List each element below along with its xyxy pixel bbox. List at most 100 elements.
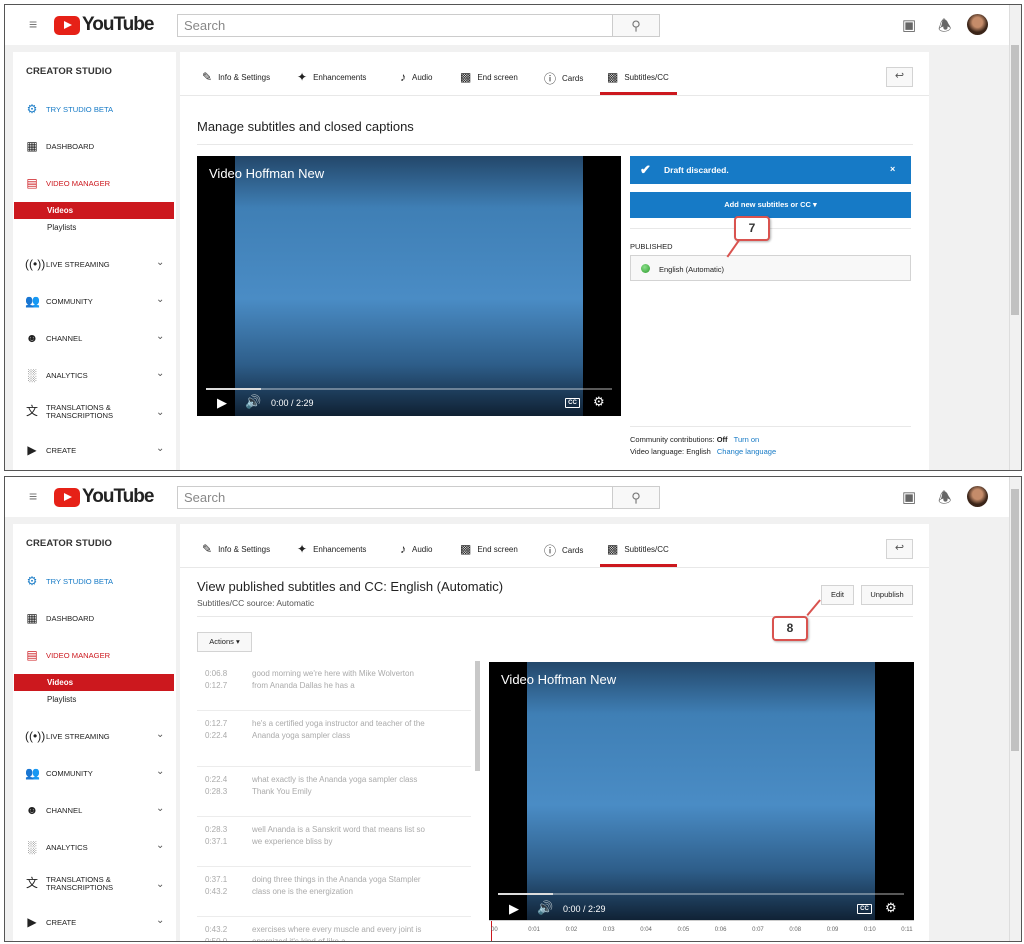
video-player[interactable]: Video Hoffman New ▶ 🔊 0:00 / 2:29 CC ⚙ (197, 156, 621, 416)
timeline-tick-label: 0:07 (752, 927, 764, 933)
sidebar-item-analytics[interactable]: ░ ANALYTICS ⌄ (13, 837, 176, 857)
timeline-tick-label: 0:09 (826, 927, 839, 933)
caption-list[interactable]: 0:06.8 0:12.7 good morning we're here with… (197, 661, 479, 941)
sidebar-item-try-beta[interactable]: ⚙ TRY STUDIO BETA (13, 571, 176, 591)
bell-icon[interactable]: 🕭 (938, 16, 951, 41)
sidebar-item-videos[interactable]: Videos (14, 674, 174, 691)
add-subtitles-button[interactable]: Add new subtitles or CC ▾ (630, 192, 911, 218)
sidebar-item-videos[interactable]: Videos (14, 202, 174, 219)
back-button[interactable]: ↩ (886, 539, 913, 559)
sidebar-item-playlists[interactable]: Playlists (14, 691, 174, 708)
sidebar-item-try-beta[interactable]: ⚙ TRY STUDIO BETA (13, 99, 176, 119)
sidebar-item-create[interactable]: ▶ CREATE ⌄ (13, 912, 176, 932)
volume-icon[interactable]: 🔊 (245, 394, 261, 410)
sidebar-item-channel[interactable]: ☻ CHANNEL ⌄ (13, 800, 176, 820)
tab-cards[interactable]: ⓘ Cards (544, 542, 583, 559)
upload-video-icon[interactable]: ▣ (902, 488, 916, 506)
edit-button[interactable]: Edit (821, 585, 854, 605)
page-scrollbar[interactable] (1009, 477, 1021, 941)
avatar[interactable] (967, 14, 988, 35)
tab-enhancements[interactable]: ✦ Enhancements (297, 542, 366, 556)
caption-row[interactable]: 0:12.7 0:22.4 he's a certified yoga instru… (197, 711, 471, 767)
page-scrollbar[interactable] (1009, 5, 1021, 470)
caption-timeline[interactable]: 00 0:01 0:02 0:03 0:04 0:05 0:06 0:07 0:08 0:09 0:… (489, 920, 914, 941)
tab-enhancements[interactable]: ✦ Enhancements (297, 70, 366, 84)
video-camera-icon: ▶ (27, 443, 37, 457)
tab-cards[interactable]: ⓘ Cards (544, 70, 583, 87)
unpublish-button[interactable]: Unpublish (861, 585, 913, 605)
published-language-row[interactable]: English (Automatic) (630, 255, 911, 281)
search-input[interactable]: Search (177, 486, 613, 509)
sidebar-item-video-manager[interactable]: ▤ VIDEO MANAGER (13, 173, 176, 193)
scroll-thumb[interactable] (1011, 489, 1019, 751)
turn-on-link[interactable]: Turn on (734, 435, 760, 444)
tab-subtitles[interactable]: ▩ Subtitles/CC (607, 542, 669, 556)
avatar[interactable] (967, 486, 988, 507)
sidebar-item-analytics[interactable]: ░ ANALYTICS ⌄ (13, 365, 176, 385)
play-icon[interactable]: ▶ (509, 901, 519, 917)
video-player[interactable]: Video Hoffman New ▶ 🔊 0:00 / 2:29 CC ⚙ (489, 662, 914, 922)
sidebar-item-playlists[interactable]: Playlists (14, 219, 174, 236)
video-title: Video Hoffman New (501, 672, 617, 687)
caption-row[interactable]: 0:37.1 0:43.2 doing three things in the An… (197, 867, 471, 917)
hamburger-menu-icon[interactable]: ≡ (29, 489, 43, 503)
published-label: PUBLISHED (630, 242, 673, 251)
search-button[interactable]: ⚲ (612, 486, 660, 509)
analytics-icon: ░ (27, 840, 37, 854)
tab-info-settings[interactable]: ✎ Info & Settings (202, 542, 270, 556)
chevron-down-icon: ⌄ (156, 368, 165, 379)
change-language-link[interactable]: Change language (717, 447, 776, 456)
youtube-logo[interactable]: YouTube (54, 14, 154, 36)
actions-dropdown[interactable]: Actions ▾ (197, 632, 252, 652)
sidebar-item-translations[interactable]: 文 TRANSLATIONS & TRANSCRIPTIONS ⌄ (13, 873, 176, 897)
close-icon[interactable]: × (890, 164, 895, 174)
sidebar-item-live-streaming[interactable]: ((•)) LIVE STREAMING ⌄ (13, 726, 176, 746)
sidebar-item-channel[interactable]: ☻ CHANNEL ⌄ (13, 328, 176, 348)
youtube-logo[interactable]: YouTube (54, 486, 154, 508)
sidebar-item-create[interactable]: ▶ CREATE ⌄ (13, 440, 176, 460)
sidebar-item-community[interactable]: 👥 COMMUNITY ⌄ (13, 763, 176, 783)
video-progress-bar[interactable] (498, 893, 904, 895)
caption-row[interactable]: 0:43.2 0:50.0 exercises where every muscle… (197, 917, 471, 941)
settings-gear-icon[interactable]: ⚙ (593, 394, 605, 410)
tab-audio[interactable]: ♪ Audio (400, 542, 432, 556)
caption-row[interactable]: 0:06.8 0:12.7 good morning we're here with… (197, 661, 471, 711)
sidebar-item-video-manager[interactable]: ▤ VIDEO MANAGER (13, 645, 176, 665)
caption-times: 0:28.3 0:37.1 (205, 824, 245, 848)
caption-list-scrollbar[interactable] (475, 661, 480, 771)
volume-icon[interactable]: 🔊 (537, 900, 553, 916)
sidebar-item-translations[interactable]: 文 TRANSLATIONS & TRANSCRIPTIONS ⌄ (13, 401, 176, 425)
caption-row[interactable]: 0:28.3 0:37.1 well Ananda is a Sanskrit wo… (197, 817, 471, 867)
search-input[interactable]: Search (177, 14, 613, 37)
tab-subtitles[interactable]: ▩ Subtitles/CC (607, 70, 669, 84)
logo-text: YouTube (82, 14, 154, 35)
timeline-tick-label: 0:11 (901, 927, 913, 933)
back-arrow-icon: ↩ (894, 70, 905, 82)
tab-end-screen[interactable]: ▩ End screen (460, 70, 518, 84)
tab-end-screen[interactable]: ▩ End screen (460, 542, 518, 556)
caption-times: 0:22.4 0:28.3 (205, 774, 245, 798)
sidebar-item-live-streaming[interactable]: ((•)) LIVE STREAMING ⌄ (13, 254, 176, 274)
tab-audio[interactable]: ♪ Audio (400, 70, 432, 84)
cc-button-icon[interactable]: CC (565, 398, 580, 408)
search-button[interactable]: ⚲ (612, 14, 660, 37)
scroll-thumb[interactable] (1011, 45, 1019, 315)
play-icon[interactable]: ▶ (217, 395, 227, 411)
tab-info-settings[interactable]: ✎ Info & Settings (202, 70, 270, 84)
bell-icon[interactable]: 🕭 (938, 488, 951, 513)
sidebar-item-community[interactable]: 👥 COMMUNITY ⌄ (13, 291, 176, 311)
video-progress-bar[interactable] (206, 388, 612, 390)
step-callout-8: 8 (772, 616, 808, 641)
upload-video-icon[interactable]: ▣ (902, 16, 916, 34)
back-button[interactable]: ↩ (886, 67, 913, 87)
live-icon: ((•)) (25, 729, 46, 743)
caption-row[interactable]: 0:22.4 0:28.3 what exactly is the Ananda y… (197, 767, 471, 817)
sidebar-item-dashboard[interactable]: ▦ DASHBOARD (13, 608, 176, 628)
sidebar-item-dashboard[interactable]: ▦ DASHBOARD (13, 136, 176, 156)
dashboard-icon: ▦ (26, 611, 38, 625)
settings-gear-icon[interactable]: ⚙ (885, 900, 897, 916)
hamburger-menu-icon[interactable]: ≡ (29, 17, 43, 31)
cc-button-icon[interactable]: CC (857, 904, 872, 914)
music-note-icon: ♪ (400, 542, 406, 556)
chevron-down-icon: ⌄ (156, 879, 165, 890)
